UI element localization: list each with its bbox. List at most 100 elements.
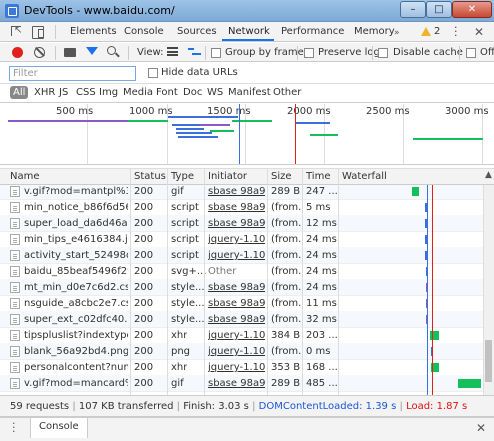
column-header-status[interactable]: Status <box>134 171 166 182</box>
cell-status: 200 <box>134 282 154 293</box>
table-row[interactable]: super_ext_c02dfc40.css 200 style...sbase 9… <box>0 311 494 328</box>
preserve-log-checkbox[interactable] <box>304 48 314 58</box>
close-window-button[interactable]: ✕ <box>452 1 492 18</box>
table-row[interactable]: baidu_85beaf5496f291... 200 svg+...Other (f… <box>0 263 494 280</box>
cell-size: (from... <box>271 282 303 293</box>
type-filter-font[interactable]: Font <box>156 87 178 98</box>
more-menu-icon[interactable]: · · · <box>454 22 458 41</box>
type-filter-other[interactable]: Other <box>273 87 301 98</box>
column-header-size[interactable]: Size <box>271 171 292 182</box>
cell-initiator[interactable]: jquery-1.10... <box>208 362 265 373</box>
type-filter-manifest[interactable]: Manifest <box>228 87 271 98</box>
cell-status: 200 <box>134 346 154 357</box>
table-row[interactable]: mt_min_d0e7c6d2.css 200 style... sbase 98a9… <box>0 279 494 296</box>
cell-initiator[interactable]: jquery-1.10... <box>208 330 265 341</box>
capture-screenshots-icon[interactable] <box>64 48 76 57</box>
tab-console[interactable]: Console <box>124 26 164 37</box>
divider <box>372 46 373 60</box>
clear-icon[interactable] <box>34 47 45 58</box>
cell-initiator[interactable]: jquery-1.10... <box>208 250 265 261</box>
overview-bar <box>178 136 218 138</box>
close-devtools-icon[interactable]: ✕ <box>474 25 484 39</box>
offline-label: Offli <box>480 47 494 58</box>
table-row[interactable]: nsguide_a8cbc2e7.css 200 style... sbase 98a… <box>0 295 494 312</box>
type-filter-media[interactable]: Media <box>123 87 153 98</box>
cell-initiator[interactable]: sbase 98a9... <box>208 378 265 389</box>
tab-network[interactable]: Network <box>228 26 270 37</box>
cell-initiator[interactable]: jquery-1.10... <box>208 346 265 357</box>
divider <box>55 25 56 39</box>
inspect-element-icon[interactable] <box>10 25 24 38</box>
table-row[interactable]: activity_start_52498d2... 200 script jquery… <box>0 247 494 264</box>
filter-input[interactable] <box>9 66 136 81</box>
record-icon[interactable] <box>12 47 23 58</box>
cell-status: 200 <box>134 218 154 229</box>
cell-initiator[interactable]: sbase 98a9... <box>208 314 265 325</box>
filter-icon[interactable] <box>86 47 98 55</box>
table-row[interactable]: min_tips_e4616384.js 200 script jquery-1.10… <box>0 231 494 248</box>
cell-status: 200 <box>134 362 154 373</box>
search-icon[interactable] <box>107 46 116 55</box>
maximize-button[interactable]: □ <box>426 1 452 18</box>
tab-performance[interactable]: Performance <box>281 26 344 37</box>
offline-checkbox[interactable] <box>466 48 476 58</box>
cell-size: (from... <box>271 346 303 357</box>
warning-count[interactable]: 2 <box>434 26 440 37</box>
cell-name: nsguide_a8cbc2e7.css <box>24 298 128 309</box>
file-icon <box>10 314 20 325</box>
cell-name: min_notice_b86f6d56.js <box>24 202 128 213</box>
cell-name: blank_56a92bd4.png <box>24 346 128 357</box>
table-row[interactable]: min_notice_b86f6d56.js 200 script sbase 98a… <box>0 199 494 216</box>
scrollbar-thumb[interactable] <box>485 340 492 382</box>
cell-initiator[interactable]: sbase 98a9... <box>208 202 265 213</box>
table-row[interactable]: v.gif?mod=mantpl%3... 200 gif sbase 98a9...… <box>0 185 494 200</box>
column-header-name[interactable]: Name <box>10 171 40 182</box>
file-icon <box>10 298 20 309</box>
tab-elements[interactable]: Elements <box>70 26 117 37</box>
type-filter-ws[interactable]: WS <box>207 87 223 98</box>
table-row[interactable]: tipspluslist?indextype... 200 xhr jquery-1.… <box>0 327 494 344</box>
tab-sources[interactable]: Sources <box>177 26 217 37</box>
sort-arrow-icon[interactable]: ▲ <box>485 170 492 180</box>
column-header-waterfall[interactable]: Waterfall <box>342 171 387 182</box>
more-tabs-icon[interactable]: » <box>394 28 400 38</box>
hide-data-urls-checkbox[interactable] <box>148 68 158 78</box>
table-row[interactable]: personalcontent?num... 200 xhr jquery-1.10.… <box>0 359 494 376</box>
cell-initiator[interactable]: sbase 98a9... <box>208 282 265 293</box>
cell-size: (from... <box>271 250 303 261</box>
cell-size: 289 B <box>271 186 301 197</box>
cell-initiator[interactable]: sbase 98a9... <box>208 298 265 309</box>
group-by-frame-checkbox[interactable] <box>211 48 221 58</box>
column-header-type[interactable]: Type <box>171 171 194 182</box>
file-icon <box>10 218 20 229</box>
type-filter-js[interactable]: JS <box>59 87 68 98</box>
show-overview-icon[interactable] <box>188 47 201 57</box>
type-filter-doc[interactable]: Doc <box>183 87 202 98</box>
close-drawer-icon[interactable]: ✕ <box>476 421 486 435</box>
column-header-initiator[interactable]: Initiator <box>208 171 247 182</box>
device-toolbar-icon[interactable] <box>31 25 45 39</box>
type-filter-css[interactable]: CSS <box>76 87 96 98</box>
table-row[interactable]: super_load_da6d46a.js 200 script sbase 98a9… <box>0 215 494 232</box>
table-row[interactable]: blank_56a92bd4.png 200 png jquery-1.10... (f… <box>0 343 494 360</box>
type-filter-img[interactable]: Img <box>99 87 118 98</box>
waterfall-dcl-line <box>427 185 428 396</box>
column-header-time[interactable]: Time <box>306 171 330 182</box>
cell-initiator[interactable]: jquery-1.10... <box>208 234 265 245</box>
type-filter-all[interactable]: All <box>10 86 29 99</box>
drawer-tab-console[interactable]: Console <box>30 418 88 438</box>
warning-icon[interactable] <box>421 27 431 36</box>
overview-bar <box>200 124 230 126</box>
large-rows-icon[interactable] <box>167 47 178 56</box>
type-filter-xhr[interactable]: XHR <box>34 87 55 98</box>
cell-name: activity_start_52498d2... <box>24 250 128 261</box>
cell-name: min_tips_e4616384.js <box>24 234 128 245</box>
summary-text: 59 requests | 107 KB transferred | Finis… <box>10 401 468 412</box>
drawer-menu-icon[interactable]: · · · <box>12 418 16 437</box>
disable-cache-checkbox[interactable] <box>378 48 388 58</box>
cell-initiator[interactable]: sbase 98a9... <box>208 218 265 229</box>
tab-memory[interactable]: Memory <box>354 26 395 37</box>
cell-initiator[interactable]: sbase 98a9... <box>208 186 265 197</box>
table-row[interactable]: v.gif?mod=mancard%... 200 gif sbase 98a9...… <box>0 375 494 392</box>
minimize-button[interactable]: – <box>400 1 426 18</box>
